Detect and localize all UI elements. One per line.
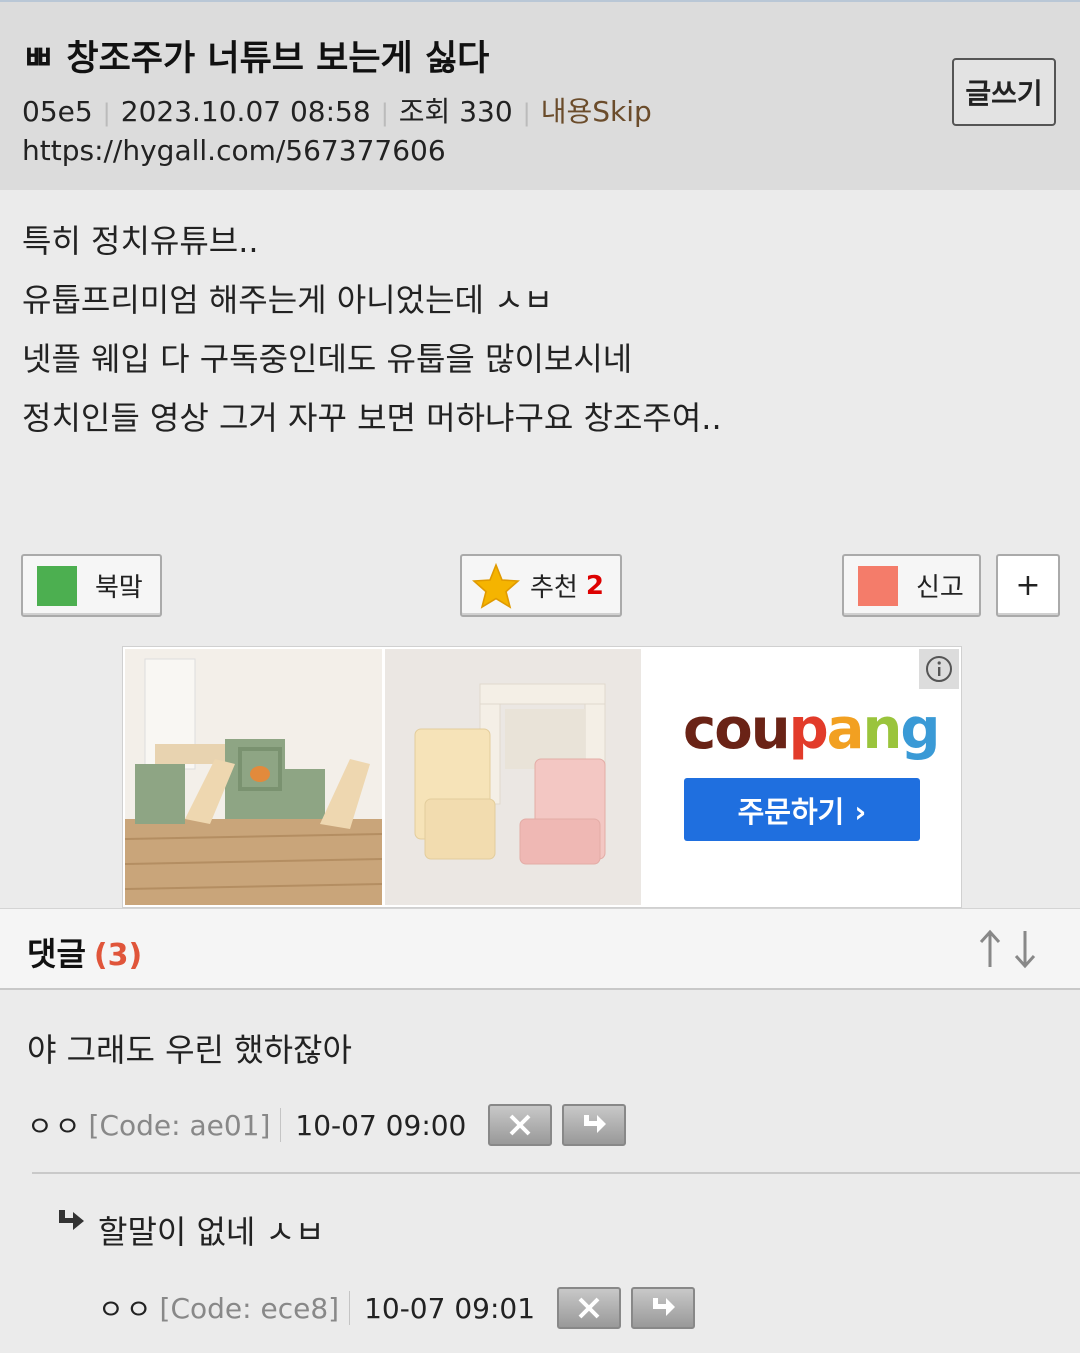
comments-title-label: 댓글 <box>27 935 86 973</box>
comment-time: 10-07 09:00 <box>295 1108 467 1142</box>
reply-indicator-icon <box>56 1208 86 1240</box>
ad-product-image-playground[interactable] <box>124 649 383 905</box>
report-button[interactable]: 신고 <box>842 554 981 617</box>
comment-meta: ㅇㅇ [Code: ae01] 10-07 09:00 <box>27 1104 627 1146</box>
post-url[interactable]: https://hygall.com/567377606 <box>22 134 446 167</box>
comment-divider <box>32 1172 1080 1174</box>
meta-separator: | <box>380 99 389 127</box>
post-author[interactable]: 05e5 <box>22 95 93 128</box>
bookmark-button[interactable]: 북맠 <box>21 554 162 617</box>
star-icon <box>472 562 520 609</box>
comment-nickname: ㅇㅇ <box>27 1110 83 1143</box>
comment-code: [Code: ae01] <box>88 1108 271 1142</box>
meta-separator <box>280 1108 282 1142</box>
comment-text: 할말이 없네 ㅅㅂ <box>98 1213 325 1251</box>
post-header: ㅃ 창조주가 너튜브 보는게 싫다 05e5 | 2023.10.07 08:58 |… <box>0 0 1080 190</box>
comment-nickname: ㅇㅇ <box>98 1293 154 1326</box>
reply-arrow-icon <box>584 1115 607 1133</box>
comment-code: [Code: ece8] <box>159 1291 340 1325</box>
comment-text: 야 그래도 우린 했하잖아 <box>27 1031 352 1069</box>
arrow-down-icon[interactable] <box>1014 931 1036 969</box>
more-button[interactable]: + <box>996 554 1060 617</box>
post-body-line: 넷플 웨입 다 구독중인데도 유툽을 많이보시네 <box>22 340 633 378</box>
comments-title: 댓글 (3) <box>27 929 142 975</box>
report-icon <box>858 565 898 606</box>
arrow-up-icon[interactable] <box>979 929 1001 967</box>
post-body: 특히 정치유튜브.. 유툽프리미엄 해주는게 아니었는데 ㅅㅂ 넷플 웨입 다 … <box>22 212 1062 448</box>
delete-comment-button[interactable] <box>488 1104 553 1146</box>
skip-content-link[interactable]: 내용Skip <box>541 95 652 128</box>
post-title: ㅃ 창조주가 너튜브 보는게 싫다 <box>22 39 490 79</box>
post-body-line: 정치인들 영상 그거 자꾸 보면 머하냐구요 창조주여.. <box>22 399 722 437</box>
post-views: 조회 330 <box>398 95 513 128</box>
comment-meta: ㅇㅇ [Code: ece8] 10-07 09:01 <box>98 1287 696 1329</box>
bookmark-icon <box>37 565 77 606</box>
ad-info-icon[interactable] <box>919 649 959 689</box>
post-date: 2023.10.07 08:58 <box>120 95 371 128</box>
comment-time: 10-07 09:01 <box>364 1291 536 1325</box>
meta-separator: | <box>522 99 531 127</box>
post-body-line: 특히 정치유튜브.. <box>22 222 259 260</box>
reply-comment-button[interactable] <box>631 1287 696 1329</box>
comments-count: (3) <box>93 938 143 973</box>
sort-arrows <box>976 927 1038 975</box>
post-meta: 05e5 | 2023.10.07 08:58 | 조회 330 | 내용Skip <box>22 90 652 130</box>
post-body-line: 유툽프리미엄 해주는게 아니었는데 ㅅㅂ <box>22 281 553 319</box>
recommend-label: 추천 <box>530 573 578 603</box>
advertisement[interactable]: coupang 주문하기 › <box>122 646 962 908</box>
write-button[interactable]: 글쓰기 <box>952 58 1056 126</box>
delete-comment-button[interactable] <box>557 1287 622 1329</box>
ad-order-button[interactable]: 주문하기 › <box>684 778 920 841</box>
ad-product-image-furniture[interactable] <box>385 649 641 905</box>
comments-header: 댓글 (3) <box>0 908 1080 990</box>
recommend-count: 2 <box>585 570 604 601</box>
close-icon <box>509 1114 531 1136</box>
reply-arrow-icon <box>653 1298 676 1316</box>
bookmark-label: 북맠 <box>95 573 143 603</box>
recommend-button[interactable]: 추천 2 <box>460 554 622 617</box>
close-icon <box>578 1297 600 1319</box>
coupang-logo[interactable]: coupang <box>683 697 940 762</box>
meta-separator: | <box>102 99 111 127</box>
meta-separator <box>349 1291 351 1325</box>
reply-comment-button[interactable] <box>562 1104 627 1146</box>
report-label: 신고 <box>916 573 964 603</box>
